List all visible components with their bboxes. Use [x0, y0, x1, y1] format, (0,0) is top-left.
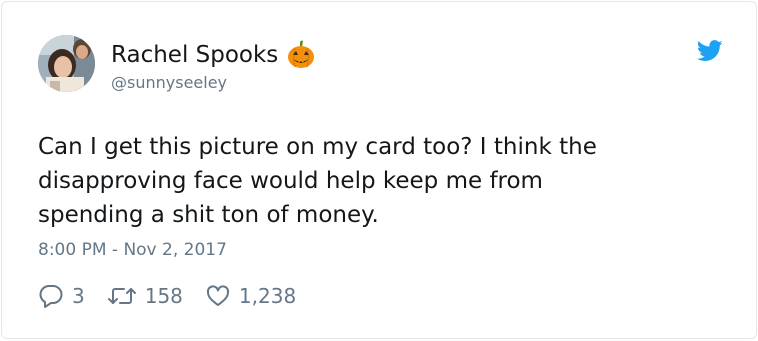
- retweet-icon: [107, 288, 136, 304]
- reply-count: 3: [72, 284, 85, 308]
- avatar[interactable]: [38, 35, 95, 92]
- action-bar: 3 158 1,238: [38, 282, 318, 310]
- retweet-count: 158: [144, 284, 183, 308]
- tweet-text-line: spending a shit ton of money.: [38, 202, 379, 228]
- reply-icon: [39, 285, 63, 308]
- display-name[interactable]: Rachel Spooks: [111, 40, 316, 70]
- retweet-button[interactable]: 158: [107, 283, 183, 309]
- tweet-text-line: disapproving face would help keep me fro…: [38, 168, 543, 194]
- twitter-bird-icon[interactable]: [696, 40, 723, 62]
- tweet-text: Can I get this picture on my card too? I…: [38, 130, 718, 232]
- like-count: 1,238: [238, 284, 297, 308]
- like-button[interactable]: 1,238: [205, 283, 296, 309]
- user-handle[interactable]: @sunnyseeley: [111, 73, 227, 93]
- tweet-text-line: Can I get this picture on my card too? I…: [38, 134, 597, 160]
- heart-icon: [206, 285, 229, 306]
- jack-o-lantern-icon: [286, 40, 316, 70]
- tweet-card: Rachel Spooks @sunnyseeley Can I get thi…: [1, 1, 757, 339]
- tweet-timestamp[interactable]: 8:00 PM - Nov 2, 2017: [38, 239, 227, 261]
- display-name-text: Rachel Spooks: [111, 42, 279, 68]
- reply-button[interactable]: 3: [38, 283, 85, 309]
- avatar-photo: [38, 35, 95, 92]
